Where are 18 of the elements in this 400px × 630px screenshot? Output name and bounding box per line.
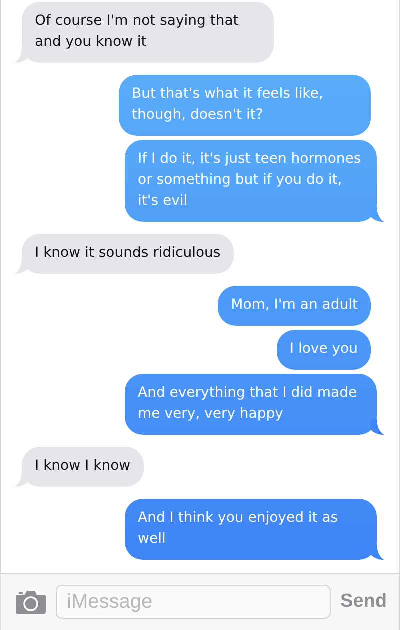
sent-message-bubble: Mom, I'm an adult — [218, 286, 371, 326]
bubble-tail-icon — [15, 471, 28, 487]
received-message-bubble: I know it sounds ridiculous — [22, 234, 234, 274]
sent-message-bubble: If I do it, it's just teen hormones or something but if you do it, it's evil — [125, 140, 377, 222]
sent-message-bubble: And I think you enjoyed it as well — [125, 499, 377, 560]
camera-icon[interactable] — [16, 590, 46, 614]
sent-message-bubble: And everything that I did made me very, very happy — [125, 374, 377, 435]
bubble-tail-icon — [15, 47, 28, 63]
send-button[interactable]: Send — [340, 591, 387, 613]
bubble-tail-icon — [15, 258, 28, 274]
message-input-field[interactable]: iMessage — [56, 585, 331, 619]
bubble-tail-icon — [371, 419, 384, 435]
sent-message-bubble: I love you — [276, 330, 371, 370]
bubble-tail-icon — [371, 206, 384, 222]
received-message-bubble: Of course I'm not saying that and you know it — [22, 2, 274, 63]
bubble-tail-icon — [371, 544, 384, 560]
sent-message-bubble: But that's what it feels like, though, doesn't it? — [119, 75, 371, 136]
received-message-bubble: I know I know — [22, 447, 144, 487]
